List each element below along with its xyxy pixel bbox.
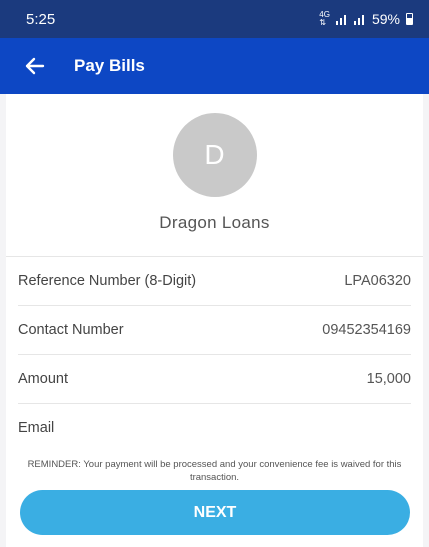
field-label: Amount bbox=[18, 371, 68, 387]
back-button[interactable] bbox=[22, 53, 48, 79]
status-time: 5:25 bbox=[26, 10, 56, 28]
amount-field[interactable]: Amount 15,000 bbox=[18, 355, 411, 404]
field-value: 15,000 bbox=[366, 371, 411, 387]
biller-name: Dragon Loans bbox=[159, 213, 270, 232]
arrow-left-icon bbox=[25, 57, 45, 75]
battery-icon bbox=[406, 13, 413, 25]
field-label: Reference Number (8-Digit) bbox=[18, 273, 197, 289]
email-field[interactable]: Email bbox=[18, 404, 411, 452]
app-bar: Pay Bills bbox=[0, 38, 429, 94]
form-fields: Reference Number (8-Digit) LPA06320 Cont… bbox=[6, 257, 423, 452]
biller-avatar: D bbox=[172, 113, 257, 197]
network-type-icon: 4G ⇅ bbox=[319, 10, 330, 27]
pay-bill-form: D Dragon Loans Reference Number (8-Digit… bbox=[6, 94, 423, 547]
status-bar: 5:25 4G ⇅ 59% bbox=[0, 0, 429, 38]
page-title: Pay Bills bbox=[74, 56, 145, 75]
next-button[interactable]: NEXT bbox=[20, 490, 410, 535]
field-value: 09452354169 bbox=[322, 322, 411, 338]
contact-number-field[interactable]: Contact Number 09452354169 bbox=[18, 306, 411, 355]
signal-icon-2 bbox=[353, 13, 364, 25]
signal-icon bbox=[335, 13, 346, 25]
reminder-text: REMINDER: Your payment will be processed… bbox=[27, 459, 402, 483]
field-label: Email bbox=[18, 420, 55, 436]
field-label: Contact Number bbox=[18, 322, 124, 338]
field-value: LPA06320 bbox=[344, 273, 411, 289]
battery-percent: 59% bbox=[371, 11, 400, 27]
reference-number-field[interactable]: Reference Number (8-Digit) LPA06320 bbox=[18, 257, 411, 306]
biller-header: D Dragon Loans bbox=[6, 94, 423, 256]
status-indicators: 4G ⇅ 59% bbox=[319, 11, 413, 27]
